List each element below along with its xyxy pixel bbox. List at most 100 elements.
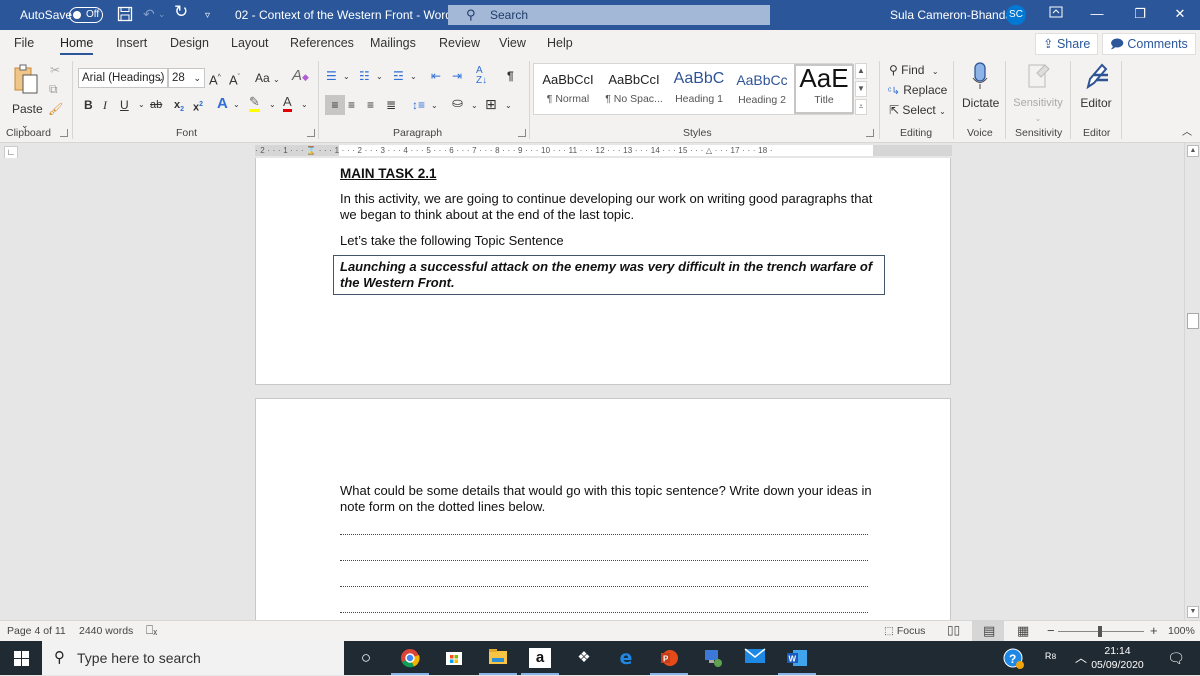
page-count[interactable]: Page 4 of 11: [7, 625, 66, 637]
collapse-ribbon-icon[interactable]: ︿: [1182, 125, 1192, 141]
style-heading-1[interactable]: AaBbC Heading 1: [668, 64, 730, 114]
italic-icon[interactable]: I: [103, 97, 107, 113]
word-icon[interactable]: W: [778, 648, 816, 675]
tab-help[interactable]: Help: [547, 36, 573, 50]
select-button[interactable]: ⇱ Select ⌄: [889, 102, 946, 120]
taskbar-search[interactable]: ⚲ Type here to search: [42, 641, 344, 675]
undo-icon[interactable]: ↶: [143, 6, 155, 22]
grow-font-icon[interactable]: A^: [209, 70, 221, 88]
zoom-slider[interactable]: [1058, 626, 1144, 637]
ribbon-display-options-icon[interactable]: [1046, 6, 1066, 21]
comments-button[interactable]: 🗩 Comments: [1102, 33, 1196, 55]
subscript-icon[interactable]: x2: [174, 97, 184, 118]
font-size-dropdown[interactable]: 28 ⌄: [168, 68, 205, 88]
format-painter-icon[interactable]: 🖌: [48, 101, 63, 117]
word-count[interactable]: 2440 words: [79, 625, 133, 637]
replace-button[interactable]: ᶜ↳ Replace: [888, 82, 947, 100]
underline-icon[interactable]: U: [120, 97, 129, 113]
show-hidden-icons-icon[interactable]: ︿: [1070, 648, 1092, 668]
line-spacing-dropdown-icon[interactable]: ⌄: [431, 98, 438, 114]
share-button[interactable]: ⇪ Share: [1035, 33, 1099, 55]
remote-desktop-icon[interactable]: [702, 648, 724, 668]
tab-file[interactable]: File: [14, 36, 34, 50]
change-case-button[interactable]: Aa ⌄: [255, 70, 280, 88]
bullets-icon[interactable]: ☰: [326, 68, 337, 84]
zoom-out-button[interactable]: −: [1047, 623, 1055, 638]
paragraph-launcher-icon[interactable]: [518, 129, 526, 137]
chrome-icon[interactable]: [391, 648, 429, 675]
multilevel-dropdown-icon[interactable]: ⌄: [410, 69, 417, 85]
bullets-dropdown-icon[interactable]: ⌄: [343, 69, 350, 85]
multilevel-list-icon[interactable]: ☲: [393, 68, 404, 84]
search-box[interactable]: ⚲ Search: [448, 5, 770, 25]
powerpoint-icon[interactable]: P: [650, 648, 688, 675]
text-effects-icon[interactable]: A: [217, 96, 228, 112]
people-icon[interactable]: ᴿ⁸: [1040, 648, 1062, 668]
styles-scroll-up-icon[interactable]: ▲: [855, 63, 867, 79]
web-layout-icon[interactable]: ▦: [1017, 623, 1029, 639]
user-name[interactable]: Sula Cameron-Bhandal: [890, 8, 1015, 22]
paste-button[interactable]: Paste ⌄: [12, 63, 43, 133]
text-effects-dropdown-icon[interactable]: ⌄: [233, 97, 240, 113]
document-page[interactable]: MAIN TASK 2.1 In this activity, we are g…: [255, 158, 951, 385]
clipboard-launcher-icon[interactable]: [60, 129, 68, 137]
redo-icon[interactable]: ↻: [174, 3, 188, 20]
increase-indent-icon[interactable]: ⇥: [452, 68, 462, 84]
strikethrough-icon[interactable]: ab: [150, 97, 162, 113]
line-spacing-icon[interactable]: ↕≡: [412, 97, 425, 113]
bold-icon[interactable]: B: [84, 97, 93, 113]
zoom-slider-thumb[interactable]: [1098, 626, 1102, 637]
font-color-dropdown-icon[interactable]: ⌄: [301, 97, 308, 113]
show-formatting-icon[interactable]: ¶: [507, 68, 514, 84]
style-title[interactable]: AaE Title: [794, 64, 854, 114]
shrink-font-icon[interactable]: Aˇ: [229, 70, 240, 88]
mail-icon[interactable]: [744, 648, 766, 668]
horizontal-ruler[interactable]: · 2 · · · 1 · · · ⌛ · · · 1 · · · 2 · · …: [255, 145, 952, 156]
clear-formatting-icon[interactable]: A◆: [292, 68, 309, 85]
start-button[interactable]: [0, 641, 42, 675]
editor-button[interactable]: Editor: [1078, 61, 1114, 111]
justify-icon[interactable]: ≣: [386, 97, 396, 113]
notifications-icon[interactable]: 🗨: [1165, 648, 1187, 668]
borders-icon[interactable]: ⊞: [485, 96, 497, 112]
edge-icon[interactable]: e: [615, 648, 637, 668]
tab-layout[interactable]: Layout: [231, 36, 269, 50]
shading-dropdown-icon[interactable]: ⌄: [471, 98, 478, 114]
tab-home[interactable]: Home: [60, 36, 94, 55]
highlight-dropdown-icon[interactable]: ⌄: [269, 97, 276, 113]
scroll-down-icon[interactable]: ▼: [1187, 606, 1199, 618]
microsoft-store-icon[interactable]: [443, 648, 465, 668]
scroll-up-icon[interactable]: ▲: [1187, 145, 1199, 157]
avatar[interactable]: SC: [1006, 5, 1026, 25]
font-name-dropdown[interactable]: Arial (Headings) ⌄: [78, 68, 168, 88]
scroll-thumb[interactable]: [1187, 313, 1199, 329]
underline-dropdown-icon[interactable]: ⌄: [138, 97, 145, 113]
tab-review[interactable]: Review: [439, 36, 480, 50]
vertical-scrollbar[interactable]: ▲ ▼: [1184, 143, 1200, 620]
borders-dropdown-icon[interactable]: ⌄: [505, 98, 512, 114]
sort-icon[interactable]: A Z↓: [476, 66, 487, 86]
styles-launcher-icon[interactable]: [866, 129, 874, 137]
align-right-icon[interactable]: ≡: [367, 97, 374, 113]
decrease-indent-icon[interactable]: ⇤: [431, 68, 441, 84]
system-clock[interactable]: 21:14 05/09/2020: [1090, 644, 1145, 672]
help-tray-icon[interactable]: ?: [1003, 648, 1025, 669]
zoom-in-button[interactable]: +: [1150, 623, 1158, 638]
print-layout-button[interactable]: ▤: [972, 621, 1004, 642]
find-button[interactable]: ⚲ Find ⌄: [889, 62, 939, 80]
superscript-icon[interactable]: x2: [193, 97, 203, 116]
tab-references[interactable]: References: [290, 36, 354, 50]
font-launcher-icon[interactable]: [307, 129, 315, 137]
amazon-icon[interactable]: a: [521, 648, 559, 675]
tab-insert[interactable]: Insert: [116, 36, 147, 50]
cut-icon[interactable]: ✂: [50, 62, 60, 78]
numbering-icon[interactable]: ☷: [359, 68, 370, 84]
copy-icon[interactable]: ⧉: [49, 81, 58, 97]
style-heading-2[interactable]: AaBbCc Heading 2: [732, 64, 792, 114]
file-explorer-icon[interactable]: [479, 648, 517, 675]
zoom-level[interactable]: 100%: [1168, 625, 1195, 637]
styles-more-icon[interactable]: ⩡: [855, 99, 867, 115]
font-color-icon[interactable]: A: [283, 95, 292, 112]
focus-button[interactable]: ⬚ Focus: [884, 625, 925, 637]
autosave-toggle[interactable]: Off: [69, 7, 103, 23]
